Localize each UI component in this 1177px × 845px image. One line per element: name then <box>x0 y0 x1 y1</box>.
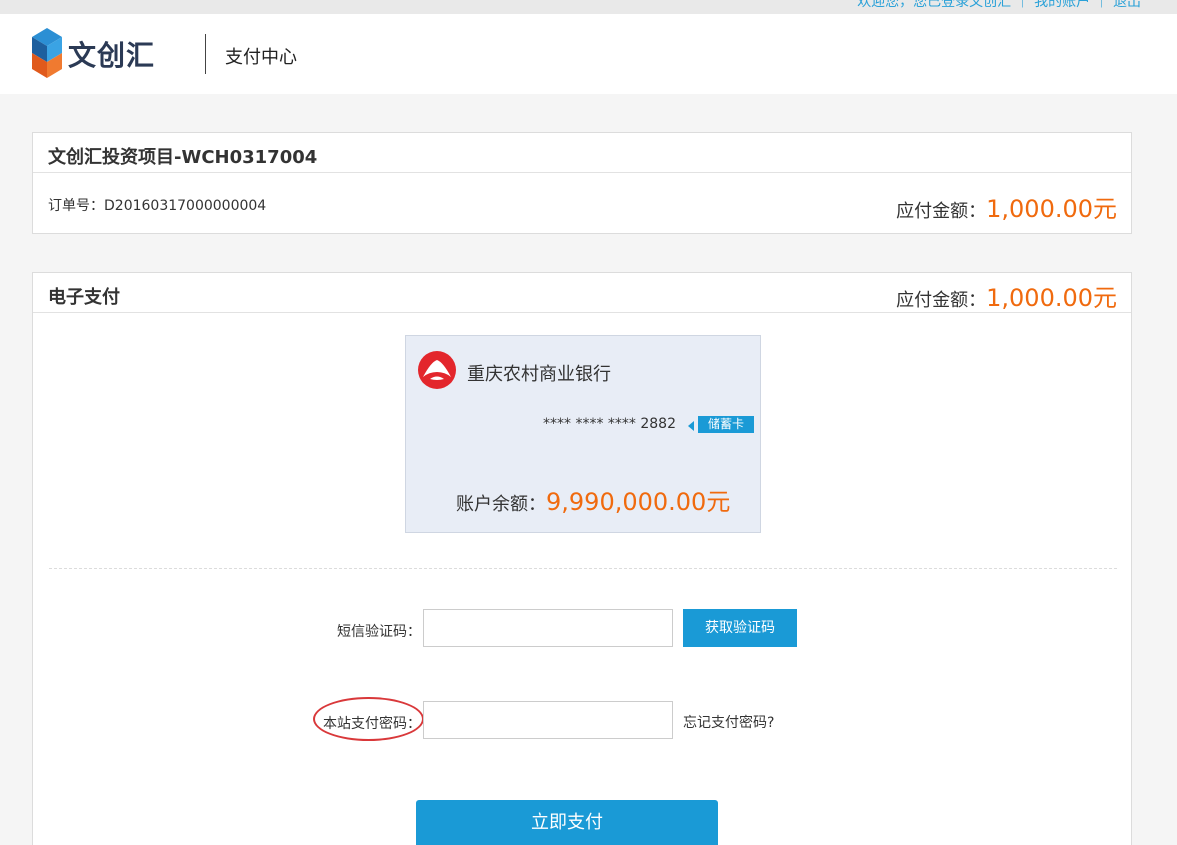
card-type-badge: 储蓄卡 <box>698 416 754 433</box>
sms-code-label: 短信验证码： <box>337 624 421 640</box>
card-number: **** **** **** 2882 <box>543 416 676 432</box>
header-divider <box>205 34 206 74</box>
bank-logo-icon <box>418 351 456 389</box>
order-number: 订单号：D20160317000000004 <box>48 195 266 215</box>
section-divider <box>49 568 1117 569</box>
top-bar: 欢迎您，您已登录文创汇 ｜ 我的账户 ｜ 退出 <box>0 0 1177 14</box>
order-amount-value: 1,000.00元 <box>986 195 1117 223</box>
order-number-value: D20160317000000004 <box>104 198 267 214</box>
payment-amount-value: 1,000.00元 <box>986 284 1117 312</box>
payment-title: 电子支付 <box>48 287 120 308</box>
caret-left-icon <box>688 421 694 431</box>
account-balance: 账户余额：9,990,000.00元 <box>456 482 730 517</box>
order-amount-label: 应付金额： <box>896 201 987 222</box>
order-amount: 应付金额：1,000.00元 <box>896 189 1117 224</box>
page-title: 支付中心 <box>225 47 297 68</box>
pay-now-button[interactable]: 立即支付 <box>416 800 718 845</box>
order-number-label: 订单号： <box>48 198 104 214</box>
top-bar-links[interactable]: 欢迎您，您已登录文创汇 ｜ 我的账户 ｜ 退出 <box>857 0 1141 11</box>
payment-password-input[interactable] <box>423 701 673 739</box>
order-title: 文创汇投资项目-WCH0317004 <box>48 147 318 168</box>
payment-header: 电子支付 应付金额：1,000.00元 <box>33 273 1131 313</box>
bank-card[interactable]: 重庆农村商业银行 **** **** **** 2882 储蓄卡 账户余额：9,… <box>405 335 761 533</box>
electronic-payment-panel: 电子支付 应付金额：1,000.00元 重庆农村商业银行 **** **** *… <box>32 272 1132 845</box>
order-summary-panel: 文创汇投资项目-WCH0317004 订单号：D2016031700000000… <box>32 132 1132 234</box>
payment-amount: 应付金额：1,000.00元 <box>896 278 1117 313</box>
forgot-password-link[interactable]: 忘记支付密码? <box>683 712 774 732</box>
site-header: 文创汇 支付中心 <box>0 14 1177 94</box>
get-sms-code-button[interactable]: 获取验证码 <box>683 609 797 647</box>
payment-password-label: 本站支付密码： <box>323 716 421 732</box>
balance-value: 9,990,000.00元 <box>546 488 731 516</box>
payment-amount-label: 应付金额： <box>896 290 987 311</box>
brand-name: 文创汇 <box>68 39 156 72</box>
balance-label: 账户余额： <box>456 494 546 515</box>
order-header: 文创汇投资项目-WCH0317004 <box>33 133 1131 173</box>
brand-logo-icon[interactable] <box>32 28 62 78</box>
bank-name: 重庆农村商业银行 <box>467 364 611 385</box>
sms-code-input[interactable] <box>423 609 673 647</box>
